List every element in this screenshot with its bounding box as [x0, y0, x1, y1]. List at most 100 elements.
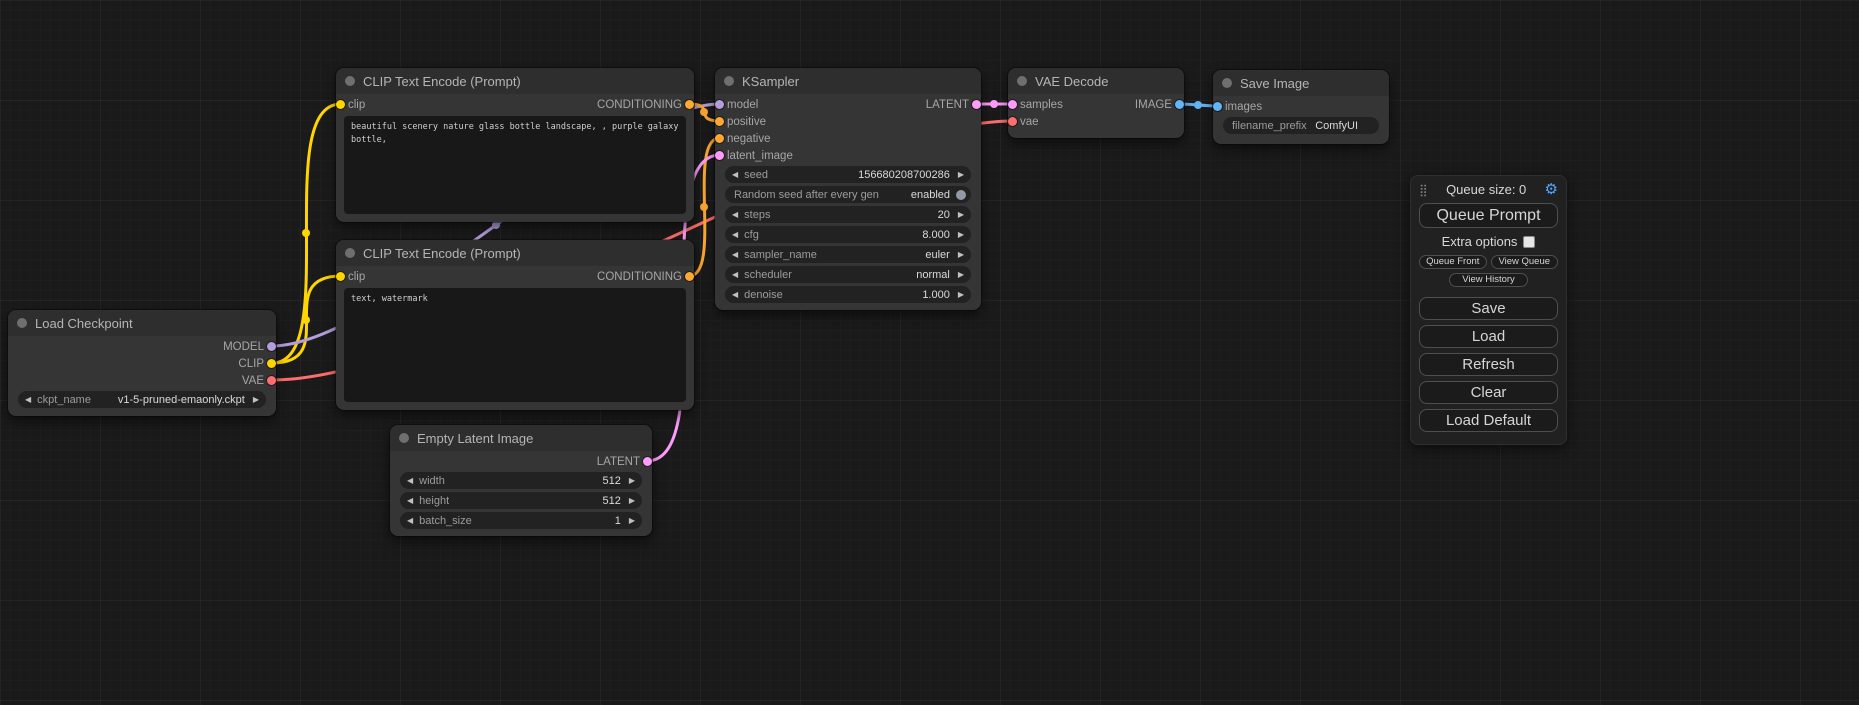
- load-default-button[interactable]: Load Default: [1419, 409, 1558, 432]
- collapse-dot-icon[interactable]: [345, 248, 355, 258]
- collapse-dot-icon[interactable]: [345, 76, 355, 86]
- widget-random-seed-toggle[interactable]: Random seed after every gen enabled: [725, 186, 971, 203]
- node-vae-decode[interactable]: VAE Decode samples IMAGE vae: [1008, 68, 1184, 138]
- port-samples-input[interactable]: [1008, 100, 1017, 109]
- port-latent-output[interactable]: [972, 100, 981, 109]
- arrow-left-icon[interactable]: ◀: [732, 171, 738, 179]
- arrow-left-icon[interactable]: ◀: [407, 497, 413, 505]
- widget-cfg[interactable]: ◀ cfg 8.000 ▶: [725, 226, 971, 243]
- io-row: LATENT: [390, 453, 652, 470]
- arrow-left-icon[interactable]: ◀: [25, 396, 31, 404]
- io-row: CLIP: [8, 355, 276, 372]
- arrow-right-icon[interactable]: ▶: [629, 477, 635, 485]
- arrow-left-icon[interactable]: ◀: [732, 231, 738, 239]
- widget-filename-prefix[interactable]: filename_prefix ComfyUI: [1223, 117, 1379, 134]
- input-label-images: images: [1225, 101, 1262, 113]
- view-queue-button[interactable]: View Queue: [1491, 255, 1559, 269]
- port-model-input[interactable]: [715, 100, 724, 109]
- widget-steps[interactable]: ◀ steps 20 ▶: [725, 206, 971, 223]
- node-save-image[interactable]: Save Image images filename_prefix ComfyU…: [1213, 70, 1389, 144]
- node-title-bar[interactable]: Load Checkpoint: [8, 310, 276, 336]
- collapse-dot-icon[interactable]: [724, 76, 734, 86]
- widget-label: denoise: [744, 289, 783, 301]
- port-conditioning-output[interactable]: [685, 272, 694, 281]
- arrow-right-icon[interactable]: ▶: [958, 231, 964, 239]
- output-label-latent: LATENT: [597, 456, 640, 468]
- queue-prompt-button[interactable]: Queue Prompt: [1419, 203, 1558, 228]
- collapse-dot-icon[interactable]: [1222, 78, 1232, 88]
- node-title-bar[interactable]: CLIP Text Encode (Prompt): [336, 240, 694, 266]
- extra-options-checkbox[interactable]: [1523, 236, 1535, 248]
- queue-front-button[interactable]: Queue Front: [1419, 255, 1487, 269]
- arrow-left-icon[interactable]: ◀: [732, 211, 738, 219]
- toggle-dot-icon[interactable]: [956, 190, 966, 200]
- input-label-clip: clip: [348, 271, 365, 283]
- arrow-right-icon[interactable]: ▶: [958, 291, 964, 299]
- port-latent-image-input[interactable]: [715, 151, 724, 160]
- prompt-textarea[interactable]: beautiful scenery nature glass bottle la…: [344, 116, 686, 214]
- arrow-left-icon[interactable]: ◀: [732, 271, 738, 279]
- node-title-bar[interactable]: Empty Latent Image: [390, 425, 652, 451]
- arrow-left-icon[interactable]: ◀: [407, 477, 413, 485]
- port-vae-output[interactable]: [267, 376, 276, 385]
- widget-batch-size[interactable]: ◀ batch_size 1 ▶: [400, 512, 642, 529]
- port-negative-input[interactable]: [715, 134, 724, 143]
- port-positive-input[interactable]: [715, 117, 724, 126]
- widget-height[interactable]: ◀ height 512 ▶: [400, 492, 642, 509]
- widget-ckpt-name[interactable]: ◀ ckpt_name v1-5-pruned-emaonly.ckpt ▶: [18, 391, 266, 408]
- port-latent-output[interactable]: [643, 457, 652, 466]
- port-clip-input[interactable]: [336, 100, 345, 109]
- arrow-right-icon[interactable]: ▶: [958, 271, 964, 279]
- arrow-right-icon[interactable]: ▶: [629, 497, 635, 505]
- node-empty-latent-image[interactable]: Empty Latent Image LATENT ◀ width 512 ▶ …: [390, 425, 652, 536]
- collapse-dot-icon[interactable]: [399, 433, 409, 443]
- drag-handle-icon[interactable]: ⣿: [1419, 183, 1428, 197]
- arrow-right-icon[interactable]: ▶: [629, 517, 635, 525]
- arrow-left-icon[interactable]: ◀: [732, 251, 738, 259]
- widget-seed[interactable]: ◀ seed 156680208700286 ▶: [725, 166, 971, 183]
- arrow-left-icon[interactable]: ◀: [407, 517, 413, 525]
- node-load-checkpoint[interactable]: Load Checkpoint MODEL CLIP VAE ◀ ckpt_na…: [8, 310, 276, 416]
- output-label-vae: VAE: [242, 375, 264, 387]
- node-graph-canvas[interactable]: Load Checkpoint MODEL CLIP VAE ◀ ckpt_na…: [0, 0, 1859, 705]
- refresh-button[interactable]: Refresh: [1419, 353, 1558, 376]
- widget-label: sampler_name: [744, 249, 817, 261]
- port-clip-input[interactable]: [336, 272, 345, 281]
- arrow-right-icon[interactable]: ▶: [958, 251, 964, 259]
- collapse-dot-icon[interactable]: [1017, 76, 1027, 86]
- arrow-right-icon[interactable]: ▶: [958, 211, 964, 219]
- settings-gear-icon[interactable]: ⚙: [1545, 182, 1558, 197]
- arrow-left-icon[interactable]: ◀: [732, 291, 738, 299]
- node-title-bar[interactable]: Save Image: [1213, 70, 1389, 96]
- port-images-input[interactable]: [1213, 102, 1222, 111]
- input-label-latent-image: latent_image: [727, 150, 793, 162]
- load-button[interactable]: Load: [1419, 325, 1558, 348]
- widget-scheduler[interactable]: ◀ scheduler normal ▶: [725, 266, 971, 283]
- node-clip-text-encode-positive[interactable]: CLIP Text Encode (Prompt) clip CONDITION…: [336, 68, 694, 222]
- widget-sampler-name[interactable]: ◀ sampler_name euler ▶: [725, 246, 971, 263]
- output-label-latent: LATENT: [926, 99, 969, 111]
- clear-button[interactable]: Clear: [1419, 381, 1558, 404]
- port-image-output[interactable]: [1175, 100, 1184, 109]
- node-title-bar[interactable]: CLIP Text Encode (Prompt): [336, 68, 694, 94]
- collapse-dot-icon[interactable]: [17, 318, 27, 328]
- port-clip-output[interactable]: [267, 359, 276, 368]
- io-row: positive: [715, 113, 981, 130]
- arrow-right-icon[interactable]: ▶: [958, 171, 964, 179]
- prompt-textarea[interactable]: text, watermark: [344, 288, 686, 402]
- node-title-bar[interactable]: VAE Decode: [1008, 68, 1184, 94]
- port-model-output[interactable]: [267, 342, 276, 351]
- output-label-image: IMAGE: [1135, 99, 1172, 111]
- widget-width[interactable]: ◀ width 512 ▶: [400, 472, 642, 489]
- widget-denoise[interactable]: ◀ denoise 1.000 ▶: [725, 286, 971, 303]
- io-row: latent_image: [715, 147, 981, 164]
- port-vae-input[interactable]: [1008, 117, 1017, 126]
- node-title-bar[interactable]: KSampler: [715, 68, 981, 94]
- save-button[interactable]: Save: [1419, 297, 1558, 320]
- node-clip-text-encode-negative[interactable]: CLIP Text Encode (Prompt) clip CONDITION…: [336, 240, 694, 410]
- output-label-conditioning: CONDITIONING: [597, 99, 682, 111]
- view-history-button[interactable]: View History: [1449, 273, 1528, 287]
- port-conditioning-output[interactable]: [685, 100, 694, 109]
- arrow-right-icon[interactable]: ▶: [253, 396, 259, 404]
- node-ksampler[interactable]: KSampler model LATENT positive negative …: [715, 68, 981, 310]
